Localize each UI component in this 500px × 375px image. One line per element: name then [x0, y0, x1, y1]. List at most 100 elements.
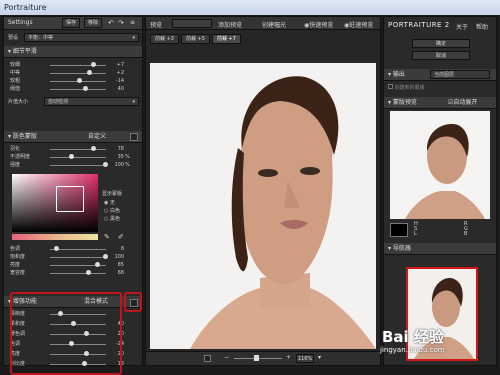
navigator-header[interactable]: ▾ 导航器	[384, 243, 496, 255]
add-preview-button[interactable]: 添加预览	[218, 20, 242, 29]
grid-icon[interactable]	[130, 299, 138, 307]
preset-dropdown[interactable]: 平衡：中等 ▾	[24, 33, 139, 42]
slider-row: 较粗 -14	[4, 77, 142, 85]
new-mask-checkbox[interactable]: 创建新的蒙版	[388, 84, 425, 91]
color-picker-selection[interactable]	[56, 186, 84, 212]
slider-knob[interactable]	[54, 246, 59, 251]
slider-track[interactable]	[50, 73, 106, 74]
portrait-preview[interactable]	[150, 63, 376, 349]
slider-knob[interactable]	[91, 62, 96, 67]
hue-strip[interactable]	[12, 234, 98, 240]
slider-value: +7	[116, 62, 124, 68]
zoom-out-icon[interactable]: −	[224, 354, 229, 361]
output-header[interactable]: ▾ 输出 当前图层	[384, 69, 496, 81]
output-label: 输出	[392, 71, 405, 78]
grid-icon[interactable]	[130, 133, 138, 141]
slider-knob[interactable]	[86, 270, 91, 275]
slider-label: 不透明度	[10, 154, 31, 160]
output-dropdown[interactable]: 当前图层	[430, 70, 490, 79]
slider-track[interactable]	[50, 257, 106, 258]
slider-knob[interactable]	[69, 154, 74, 159]
detail-smoothing-header[interactable]: ▾ 细节平滑	[4, 46, 142, 58]
slider-value: 40	[117, 86, 124, 92]
help-link[interactable]: 帮助	[476, 22, 488, 31]
slider-knob[interactable]	[83, 86, 88, 91]
mask-preview-image[interactable]	[390, 111, 490, 219]
watermark-logo: Bai 经验	[382, 328, 444, 346]
slider-label: 羽化	[10, 146, 21, 152]
preview-tabs: 前裁 +3 前裁 +5 前裁 +7	[150, 34, 241, 45]
mask-display-options: ◉ 无 ○ 白色 ○ 黑色	[104, 199, 120, 223]
chevron-down-icon: ▾	[132, 99, 135, 105]
skin-mode[interactable]: 自定义	[88, 131, 106, 143]
slider-value: 8	[120, 246, 124, 252]
ok-button[interactable]: 确定	[412, 39, 470, 48]
slider-track[interactable]	[50, 273, 106, 274]
slider-knob[interactable]	[91, 146, 96, 151]
cancel-button[interactable]: 取消	[412, 51, 470, 60]
size-dropdown[interactable]: 自动检测 ▾	[44, 97, 139, 106]
slider-label: 阈值	[10, 86, 21, 92]
zoom-value[interactable]: 116%	[296, 354, 314, 363]
eyedropper-icon[interactable]: ✎	[104, 233, 110, 241]
redo-icon[interactable]: ↷	[118, 17, 124, 29]
color-picker-field[interactable]	[12, 174, 98, 232]
slider-track[interactable]	[50, 157, 106, 158]
fit-icon[interactable]	[204, 355, 211, 362]
delete-preset-button[interactable]: 移除	[84, 18, 102, 28]
skin-mask-header[interactable]: ▾ 肤色蒙版 自定义	[4, 131, 142, 143]
window-title-bar: Portraiture	[0, 0, 500, 15]
split-view-button[interactable]	[172, 19, 212, 28]
navigator-title: 导航器	[392, 245, 411, 252]
tab-preview-3[interactable]: 前裁 +7	[211, 34, 241, 44]
slow-preview-radio[interactable]: ◉蛀速预览	[344, 20, 373, 29]
slider-row: 阈值 40	[4, 85, 142, 93]
zoom-bar: − + 116% ▾	[146, 351, 380, 365]
mask-preview-title: 蒙版预览	[392, 99, 417, 106]
fast-preview-radio[interactable]: ◉快速预览	[304, 20, 333, 29]
slider-track[interactable]	[50, 65, 106, 66]
window-title: Portraiture	[4, 3, 47, 12]
slider-track[interactable]	[50, 165, 106, 166]
slider-value: 85	[117, 262, 124, 268]
tab-preview-2[interactable]: 前裁 +5	[180, 34, 210, 44]
auto-expand-checkbox[interactable]: ☑自动展开	[448, 97, 477, 109]
slider-knob[interactable]	[77, 78, 82, 83]
slider-value: 68	[117, 270, 124, 276]
slider-track[interactable]	[50, 149, 106, 150]
slider-value: -14	[115, 78, 124, 84]
settings-panel: Settings 保存 移除 ↶ ↷ ≡ 预设 平衡：中等 ▾ ▾ 细节平滑 较…	[3, 16, 143, 375]
size-value: 自动检测	[48, 99, 69, 105]
preview-toolbar: 预览 添加预览 创建幅光 ◉快速预览 ◉蛀速预览	[146, 17, 380, 30]
slider-track[interactable]	[50, 89, 106, 90]
preset-value: 平衡：中等	[28, 35, 54, 41]
chevron-down-icon[interactable]: ▾	[318, 354, 321, 361]
create-glow-button[interactable]: 创建幅光	[262, 20, 286, 29]
slider-knob[interactable]	[95, 262, 100, 267]
zoom-slider-knob[interactable]	[254, 355, 259, 361]
skin-section-title: 肤色蒙版	[12, 133, 37, 140]
mask-preview-header[interactable]: ▾ 蒙版预览 ☑自动展开	[384, 97, 496, 109]
about-link[interactable]: 关于	[456, 22, 468, 31]
slider-knob[interactable]	[87, 70, 92, 75]
slider-row: 较细 +7	[4, 61, 142, 69]
slider-label: 亮度	[10, 262, 21, 268]
undo-icon[interactable]: ↶	[108, 17, 114, 29]
preview-area: 预览 添加预览 创建幅光 ◉快速预览 ◉蛀速预览 前裁 +3 前裁 +5 前裁 …	[145, 16, 381, 366]
slider-row: 中等 +2	[4, 69, 142, 77]
mask-option-white[interactable]: ○ 白色	[104, 207, 120, 215]
mask-thumbnail	[405, 124, 485, 219]
size-label: 片值大小	[8, 99, 29, 105]
save-preset-button[interactable]: 保存	[62, 18, 80, 28]
slider-row: 色调 8	[4, 245, 142, 253]
mask-option-black[interactable]: ○ 黑色	[104, 215, 120, 223]
eyedropper-add-icon[interactable]: ✐	[118, 233, 124, 241]
preset-label: 预设	[8, 35, 19, 41]
mask-display-title: 显示蒙版	[102, 191, 123, 197]
menu-icon[interactable]: ≡	[130, 17, 135, 29]
slider-value: +2	[116, 70, 124, 76]
tab-preview-1[interactable]: 前裁 +3	[150, 34, 179, 44]
watermark-url: jingyan.baidu.com	[380, 346, 445, 354]
mask-option-none[interactable]: ◉ 无	[104, 199, 120, 207]
zoom-in-icon[interactable]: +	[286, 354, 291, 361]
